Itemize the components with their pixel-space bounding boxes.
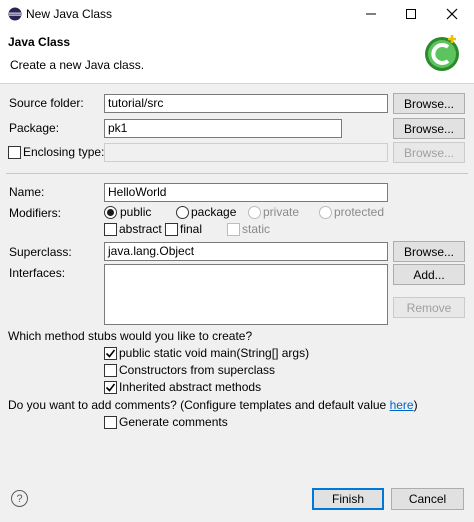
constructors-label: Constructors from superclass [119, 363, 276, 377]
wizard-title: Java Class [8, 35, 71, 49]
enclosing-type-label: Enclosing type: [23, 145, 105, 159]
close-icon[interactable] [440, 4, 464, 24]
separator [6, 173, 468, 174]
method-stubs-question: Which method stubs would you like to cre… [8, 329, 253, 343]
add-interface-button[interactable]: Add... [393, 264, 465, 285]
configure-templates-link[interactable]: here [390, 398, 414, 412]
interfaces-list[interactable] [104, 264, 388, 325]
enclosing-type-checkbox[interactable] [8, 146, 21, 159]
source-folder-browse-button[interactable]: Browse... [393, 93, 465, 114]
main-method-checkbox[interactable] [104, 347, 117, 360]
public-label: public [120, 205, 152, 219]
inherited-methods-label: Inherited abstract methods [119, 380, 262, 394]
remove-interface-button: Remove [393, 297, 465, 318]
superclass-field[interactable]: java.lang.Object [104, 242, 388, 261]
window-title: New Java Class [26, 7, 113, 21]
minimize-icon[interactable] [359, 4, 383, 24]
modifiers-label: Modifiers: [9, 206, 62, 220]
checkmark-icon [105, 383, 116, 392]
interfaces-label: Interfaces: [9, 266, 66, 280]
cancel-button[interactable]: Cancel [391, 488, 464, 510]
comments-question-end: ) [413, 398, 418, 412]
java-class-wizard-icon [418, 31, 466, 77]
static-checkbox [227, 223, 240, 236]
inherited-methods-checkbox[interactable] [104, 381, 117, 394]
private-radio [248, 206, 261, 219]
source-folder-field[interactable]: tutorial/src [104, 94, 388, 113]
finish-button[interactable]: Finish [312, 488, 384, 510]
package-radio[interactable] [176, 206, 189, 219]
package-visibility-label: package [191, 205, 237, 219]
static-label: static [242, 222, 271, 236]
package-field[interactable]: pk1 [104, 119, 342, 138]
enclosing-type-field [104, 143, 388, 162]
package-label: Package: [9, 121, 60, 135]
comments-question-text: Do you want to add comments? (Configure … [8, 398, 390, 412]
protected-label: protected [334, 205, 385, 219]
comments-question: Do you want to add comments? (Configure … [8, 398, 418, 412]
final-label: final [180, 222, 203, 236]
public-radio[interactable] [104, 206, 117, 219]
generate-comments-label: Generate comments [119, 415, 228, 429]
superclass-label: Superclass: [9, 245, 72, 259]
source-folder-label: Source folder: [9, 96, 84, 110]
maximize-icon[interactable] [399, 4, 423, 24]
wizard-header [0, 28, 474, 84]
abstract-checkbox[interactable] [104, 223, 117, 236]
name-label: Name: [9, 185, 45, 199]
private-label: private [263, 205, 300, 219]
enclosing-type-browse-button: Browse... [393, 142, 465, 163]
protected-radio [319, 206, 332, 219]
eclipse-app-icon [8, 7, 22, 21]
package-browse-button[interactable]: Browse... [393, 118, 465, 139]
wizard-description: Create a new Java class. [10, 58, 145, 72]
constructors-checkbox[interactable] [104, 364, 117, 377]
superclass-browse-button[interactable]: Browse... [393, 241, 465, 262]
abstract-label: abstract [119, 222, 162, 236]
checkmark-icon [105, 349, 116, 358]
final-checkbox[interactable] [165, 223, 178, 236]
class-name-field[interactable]: HelloWorld [104, 183, 388, 202]
main-method-label: public static void main(String[] args) [119, 346, 310, 360]
generate-comments-checkbox[interactable] [104, 416, 117, 429]
help-icon[interactable]: ? [11, 490, 28, 507]
